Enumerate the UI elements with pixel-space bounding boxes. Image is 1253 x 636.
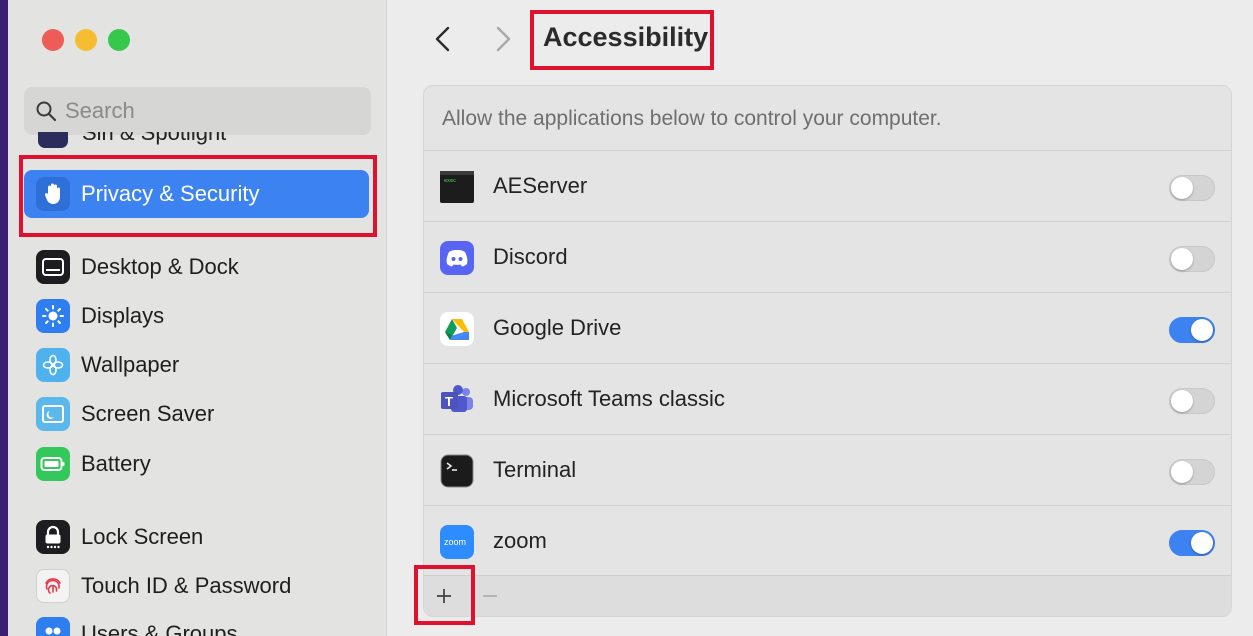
back-icon[interactable]: [429, 21, 459, 57]
app-row-aeserver: exec AEServer: [424, 151, 1231, 221]
siri-icon: [38, 132, 68, 148]
sidebar-item-siri-spotlight[interactable]: Siri & Spotlight: [38, 132, 268, 162]
sidebar-item-label: Wallpaper: [81, 352, 180, 377]
minimize-window-button[interactable]: [75, 29, 97, 51]
search-icon: [36, 101, 57, 122]
teams-toggle[interactable]: [1169, 388, 1215, 414]
terminal-toggle[interactable]: [1169, 459, 1215, 485]
panel-description: Allow the applications below to control …: [442, 107, 942, 130]
sidebar-item-label: Displays: [81, 303, 165, 328]
sidebar-item-label: Battery: [81, 451, 151, 476]
terminal-icon: [440, 454, 474, 488]
hand-icon: [36, 177, 70, 211]
app-row-terminal: Terminal: [424, 435, 1231, 505]
settings-window: Search Siri & Spotlight Privacy & Securi…: [8, 0, 1253, 636]
app-row-discord: Discord: [424, 222, 1231, 292]
sidebar-item-label: Privacy & Security: [81, 181, 260, 206]
sun-icon: [36, 299, 70, 333]
battery-icon: [36, 447, 70, 481]
sidebar-item-privacy-security[interactable]: Privacy & Security: [24, 170, 369, 218]
page-title: Accessibility: [543, 22, 709, 52]
svg-text:zoom: zoom: [444, 537, 466, 547]
sidebar-item-wallpaper[interactable]: Wallpaper: [24, 341, 179, 389]
app-row-microsoft-teams: T Microsoft Teams classic: [424, 364, 1231, 434]
zoom-toggle[interactable]: [1169, 530, 1215, 556]
sidebar-item-touch-id-password[interactable]: Touch ID & Password: [24, 562, 291, 610]
search-input[interactable]: Search: [65, 98, 135, 124]
app-row-google-drive: Google Drive: [424, 293, 1231, 363]
exec-icon: exec: [440, 171, 474, 203]
dock-icon: [36, 250, 70, 284]
zoom-icon: zoom: [440, 525, 474, 559]
app-name: Discord: [493, 244, 568, 269]
main-content: Accessibility Allow the applications bel…: [387, 0, 1253, 636]
google-drive-icon: [440, 312, 474, 346]
aeserver-toggle[interactable]: [1169, 175, 1215, 201]
google-drive-toggle[interactable]: [1169, 317, 1215, 343]
forward-icon[interactable]: [487, 21, 517, 57]
sidebar-item-battery[interactable]: Battery: [24, 440, 151, 488]
sidebar-item-label: Touch ID & Password: [81, 573, 292, 598]
sidebar-item-label: Screen Saver: [81, 401, 215, 426]
remove-app-button[interactable]: [478, 584, 502, 608]
app-name: Microsoft Teams classic: [493, 386, 725, 411]
sidebar-item-screen-saver[interactable]: Screen Saver: [24, 390, 214, 438]
app-name: zoom: [493, 528, 547, 553]
sidebar-item-label: Siri & Spotlight: [82, 132, 227, 145]
sidebar-item-label: Users & Groups: [81, 621, 238, 636]
sidebar: Search Siri & Spotlight Privacy & Securi…: [8, 0, 387, 636]
discord-icon: [440, 241, 474, 275]
search-field[interactable]: Search: [24, 87, 371, 135]
fingerprint-icon: [36, 569, 70, 603]
teams-icon: T: [441, 385, 473, 412]
sidebar-item-displays[interactable]: Displays: [24, 292, 164, 340]
users-icon: [36, 617, 70, 636]
window-controls: [42, 29, 130, 51]
accessibility-panel: Allow the applications below to control …: [423, 85, 1232, 617]
sidebar-item-desktop-dock[interactable]: Desktop & Dock: [24, 243, 239, 291]
sidebar-item-label: Desktop & Dock: [81, 254, 239, 279]
screen-saver-icon: [36, 397, 70, 431]
flower-icon: [36, 348, 70, 382]
svg-text:exec: exec: [444, 178, 456, 184]
app-name: Google Drive: [493, 315, 622, 340]
app-row-zoom: zoom zoom: [424, 506, 1231, 576]
sidebar-item-label: Lock Screen: [81, 524, 204, 549]
sidebar-item-users-groups[interactable]: Users & Groups: [24, 610, 238, 636]
close-window-button[interactable]: [42, 29, 64, 51]
svg-text:T: T: [445, 394, 453, 409]
add-app-button[interactable]: [432, 584, 456, 608]
lock-icon: [36, 520, 70, 554]
discord-toggle[interactable]: [1169, 246, 1215, 272]
zoom-window-button[interactable]: [108, 29, 130, 51]
app-name: Terminal: [493, 457, 577, 482]
sidebar-item-lock-screen[interactable]: Lock Screen: [24, 513, 203, 561]
list-actions-bar: [424, 575, 1231, 616]
app-name: AEServer: [493, 173, 588, 198]
